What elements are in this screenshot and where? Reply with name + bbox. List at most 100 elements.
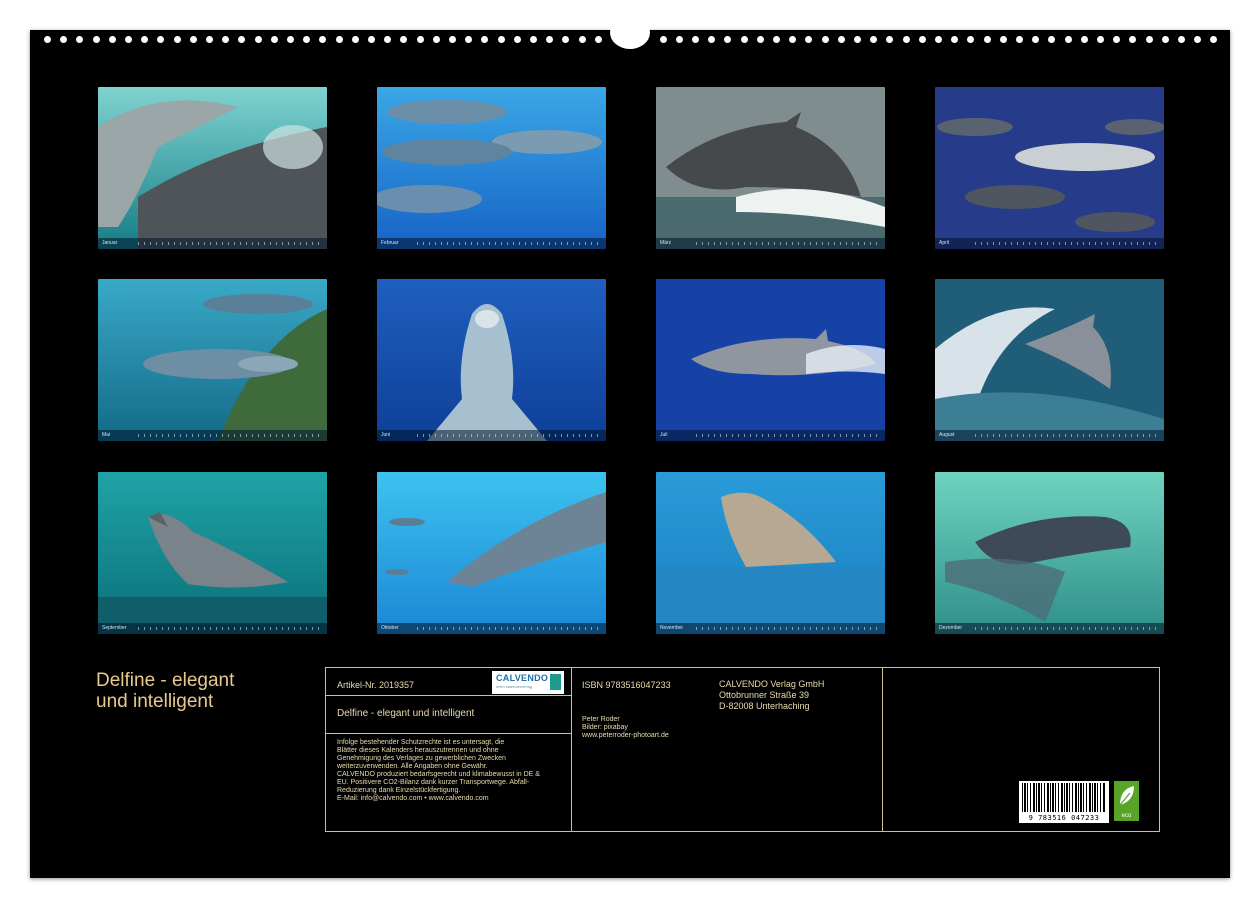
binding-hole [562,36,569,43]
month-thumbnail-december: Dezember [935,472,1164,634]
binding-hole [854,36,861,43]
calendar-day-strip: Juli [656,430,885,441]
binding-hole [757,36,764,43]
binding-hole [708,36,715,43]
binding-hole [400,36,407,43]
dolphin-photo [656,87,885,249]
binding-hole [903,36,910,43]
author-website: www.peterroder-photoart.de [582,732,669,739]
binding-hole [692,36,699,43]
binding-hole [481,36,488,43]
calendar-title: Delfine - elegant und intelligent [96,670,234,712]
legal-line: E-Mail: info@calvendo.com • www.calvendo… [337,795,489,802]
publisher-address: CALVENDO Verlag GmbH Ottobrunner Straße … [719,679,824,712]
calendar-day-strip: Februar [377,238,606,249]
binding-hole [1000,36,1007,43]
publisher-city: D-82008 Unterhaching [719,701,810,711]
binding-hole [773,36,780,43]
binding-hole [498,36,505,43]
binding-hole [805,36,812,43]
day-ticks [138,627,323,630]
month-thumbnail-august: August [935,279,1164,441]
binding-hole [60,36,67,43]
title-line-2: und intelligent [96,691,214,712]
hanger-notch [610,16,650,49]
binding-hole [1097,36,1104,43]
binding-hole [109,36,116,43]
month-thumbnail-may: Mai [98,279,327,441]
binding-hole [336,36,343,43]
leaf-icon [1119,786,1134,806]
binding-hole [319,36,326,43]
binding-hole [1081,36,1088,43]
binding-hole [984,36,991,43]
binding-hole [935,36,942,43]
month-label: April [939,240,950,246]
dolphin-photo [656,279,885,441]
binding-hole [271,36,278,43]
month-label: Januar [102,240,118,246]
month-thumbnail-march: März [656,87,885,249]
month-thumbnail-july: Juli [656,279,885,441]
month-label: März [660,240,672,246]
calendar-day-strip: April [935,238,1164,249]
binding-hole [1178,36,1185,43]
dolphin-photo [377,279,606,441]
binding-hole [368,36,375,43]
dolphin-photo [935,87,1164,249]
binding-hole [1113,36,1120,43]
day-ticks [417,434,602,437]
publisher-name: CALVENDO Verlag GmbH [719,679,825,689]
legal-line: CALVENDO produziert bedarfsgerecht und k… [337,771,540,778]
binding-hole [741,36,748,43]
isbn: ISBN 9783516047233 [582,680,671,690]
eco-label: eco [1121,813,1132,819]
binding-hole [125,36,132,43]
legal-notice: Infolge bestehender Schutzrechte ist es … [337,739,540,803]
binding-hole [514,36,521,43]
barcode-number: 9 783516 047233 [1028,814,1100,822]
month-label: Dezember [939,625,963,631]
binding-hole [449,36,456,43]
calendar-day-strip: Mai [98,430,327,441]
binding-hole [44,36,51,43]
binding-hole [838,36,845,43]
binding-hole [1210,36,1217,43]
divider [882,668,883,831]
binding-hole [352,36,359,43]
day-ticks [975,627,1160,630]
dolphin-photo [377,87,606,249]
binding-hole [141,36,148,43]
day-ticks [696,434,881,437]
logo-mark-icon [550,674,561,690]
binding-hole [676,36,683,43]
binding-hole [174,36,181,43]
day-ticks [696,627,881,630]
binding-hole [579,36,586,43]
binding-hole [967,36,974,43]
author-name: Peter Roder [582,716,620,723]
calendar-back-cover: Januar Februar März April Mai Juni Juli … [30,16,1230,878]
dolphin-photo [98,279,327,441]
title-line-1: Delfine - elegant [96,670,235,691]
binding-hole [157,36,164,43]
author-credits: Peter Roder Bilder: pixabay www.peterrod… [582,716,669,740]
month-thumbnail-april: April [935,87,1164,249]
binding-hole [1129,36,1136,43]
dolphin-photo [98,472,327,634]
dolphin-photo [935,279,1164,441]
logo-tagline: mein kalenderverlag [496,684,533,689]
binding-hole [595,36,602,43]
legal-line: Reduzierung dank Einzelstückfertigung. [337,787,461,794]
month-label: November [660,625,684,631]
calendar-day-strip: Juni [377,430,606,441]
day-ticks [417,627,602,630]
binding-hole [238,36,245,43]
day-ticks [975,242,1160,245]
binding-hole [206,36,213,43]
day-ticks [975,434,1160,437]
binding-hole [76,36,83,43]
binding-hole [951,36,958,43]
binding-hole [546,36,553,43]
publication-info-box: Artikel-Nr. 2019357 CALVENDO mein kalend… [325,667,1160,832]
